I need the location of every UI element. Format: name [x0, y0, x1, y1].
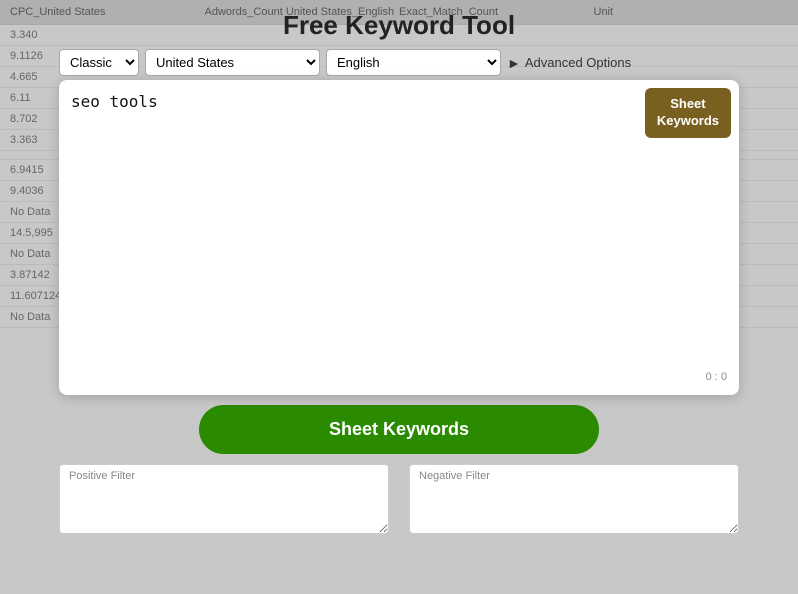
advanced-options-label: Advanced Options: [525, 55, 631, 70]
keyword-input-card: seo tools X SheetKeywords 0 : 0: [59, 80, 739, 395]
positive-filter-label: Positive Filter: [69, 470, 135, 482]
toolbar: Classic United States English ► Advanced…: [59, 49, 739, 76]
country-select[interactable]: United States: [145, 49, 320, 76]
mode-select[interactable]: Classic: [59, 49, 139, 76]
sheet-keywords-top-button[interactable]: SheetKeywords: [645, 88, 731, 138]
advanced-options-toggle[interactable]: ► Advanced Options: [507, 55, 631, 71]
arrow-right-icon: ►: [507, 55, 521, 71]
modal-overlay: Free Keyword Tool Classic United States …: [0, 0, 798, 594]
language-select[interactable]: English: [326, 49, 501, 76]
negative-filter-box: Negative Filter: [409, 464, 739, 539]
filter-row: Positive Filter Negative Filter: [59, 464, 739, 539]
negative-filter-label: Negative Filter: [419, 470, 490, 482]
page-title: Free Keyword Tool: [283, 10, 515, 41]
positive-filter-box: Positive Filter: [59, 464, 389, 539]
char-count: 0 : 0: [71, 371, 727, 383]
sheet-keywords-main-button[interactable]: Sheet Keywords: [199, 405, 599, 454]
keyword-textarea[interactable]: seo tools: [71, 92, 727, 362]
